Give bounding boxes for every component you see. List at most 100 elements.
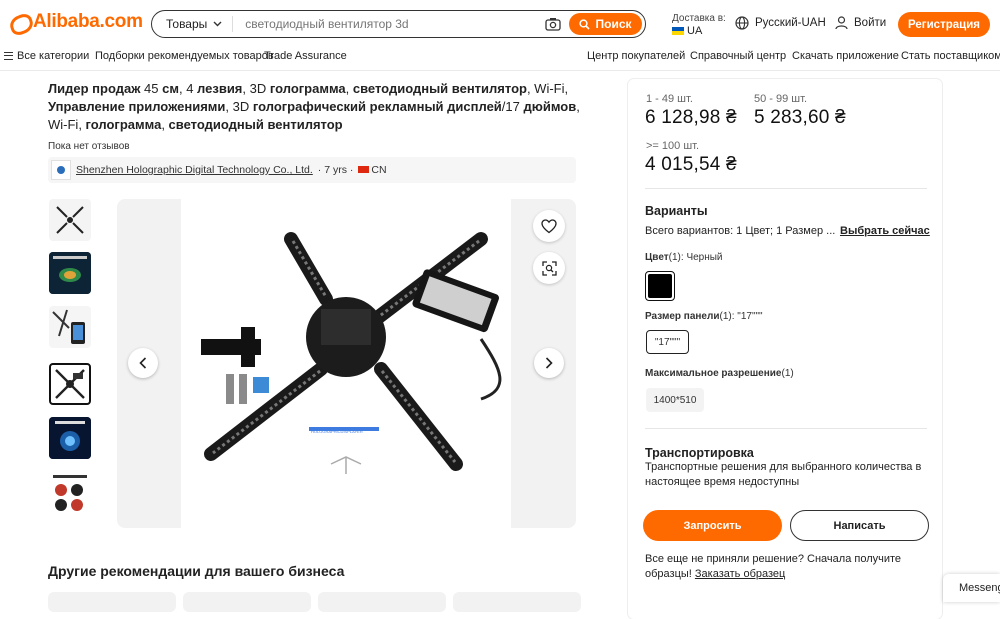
price-tier-1-value: 6 128,98 ₴ [645,107,737,128]
order-sample-link[interactable]: Заказать образец [695,568,785,580]
title-segment: , 4 [178,81,198,96]
title-segment: /17 [501,99,524,114]
recommendation-card[interactable] [453,592,581,612]
resolution-label-row: Максимальное разрешение(1) [645,368,794,379]
thumbnail-fan-image [56,206,84,234]
image-search-button[interactable] [533,252,565,284]
thumbnail-3[interactable] [49,306,91,348]
language-currency-selector[interactable]: Русский-UAH [735,16,826,30]
search-bar: Товары Поиск [151,10,646,38]
recommendations-title: Другие рекомендации для вашего бизнеса [48,563,345,579]
price-tier-2-range: 50 - 99 шт. [754,93,808,105]
color-swatch-fill [648,274,672,298]
title-segment: , Wi-Fi, [526,81,569,96]
title-segment: Лидер продаж [48,81,141,96]
panel-size-value: "17""" [737,311,763,322]
title-segment: светодиодный вентилятор [168,117,343,132]
recommendation-card[interactable] [183,592,311,612]
nav-help-center[interactable]: Справочный центр [690,50,786,62]
deliver-to[interactable]: Доставка в: UA [672,13,726,38]
nav-buyer-center[interactable]: Центр покупателей [587,50,685,62]
resolution-option[interactable]: 1400*510 [646,388,704,412]
messenger-widget[interactable]: Messenger [943,574,1000,602]
camera-search-icon[interactable] [545,17,561,31]
select-now-link[interactable]: Выбрать сейчас [840,225,930,237]
nav-get-app[interactable]: Скачать приложение [792,50,899,62]
search-category-select[interactable]: Товары [152,16,234,32]
message-supplier-button[interactable]: Написать [790,510,929,541]
title-segment: голограмма [85,117,162,132]
nav-become-supplier[interactable]: Стать поставщиком [901,50,1000,62]
gallery-next-button[interactable] [534,348,564,378]
panel-size-label: Размер панели [645,311,720,322]
thumbnail-app-image [52,309,85,344]
color-label-row: Цвет(1): Черный [645,252,723,263]
thumbnail-fan-kit-image [55,369,85,399]
color-swatch-black[interactable] [645,271,675,301]
search-input[interactable] [233,17,545,31]
china-flag-icon [358,166,370,173]
heart-icon [541,218,557,233]
color-label: Цвет [645,252,669,263]
gallery-prev-button[interactable] [128,348,158,378]
chevron-left-icon [139,357,147,369]
thumbnail-1[interactable] [49,199,91,241]
panel-size-label-row: Размер панели(1): "17""" [645,311,763,322]
thumbnail-2[interactable] [49,252,91,294]
alibaba-logo[interactable]: Alibaba.com [8,11,143,33]
search-button[interactable]: Поиск [569,13,642,35]
sample-prompt: Все еще не приняли решение? Сначала полу… [645,552,915,582]
logo-text: Alibaba.com [33,11,143,32]
thumbnail-hologram-image [49,417,91,459]
thumbnail-6[interactable] [49,472,91,514]
supplier-country: CN [358,164,387,176]
led-fan-photo: HOLOGRAPHICDISPLAYER [201,232,502,474]
register-button[interactable]: Регистрация [898,12,990,37]
shipping-title: Транспортировка [645,446,754,460]
supplier-name-link[interactable]: Shenzhen Holographic Digital Technology … [76,164,313,176]
price-tier-2-value: 5 283,60 ₴ [754,107,846,128]
title-segment: , 3D [225,99,253,114]
variants-title: Варианты [645,204,708,218]
resolution-label: Максимальное разрешение [645,368,782,379]
recommendation-card[interactable] [318,592,446,612]
supplier-bar: Shenzhen Holographic Digital Technology … [48,157,576,183]
title-segment: дюймов [523,99,577,114]
nav-featured-selections[interactable]: Подборки рекомендуемых товаров [95,50,274,62]
alibaba-logo-icon [8,11,30,33]
globe-icon [735,16,749,30]
nav-all-categories-label: Все категории [17,50,90,62]
title-segment: , [161,117,169,132]
top-header: Alibaba.com Товары Поиск Доставка в: UA … [0,0,1000,48]
product-gallery: HOLOGRAPHICDISPLAYER [117,199,576,528]
title-segment: светодиодный вентилятор [352,81,527,96]
panel-divider [645,428,927,429]
search-button-label: Поиск [595,17,632,31]
favorite-button[interactable] [533,210,565,242]
thumbnail-product-details-image [53,475,87,511]
price-tier-1-range: 1 - 49 шт. [646,93,693,105]
product-title: Лидер продаж 45 см, 4 лезвия, 3D гологра… [48,80,588,134]
thumbnail-5[interactable] [49,417,91,459]
panel-size-count: (1): [719,311,735,322]
thumbnail-4[interactable] [49,363,91,405]
title-segment: см [162,81,179,96]
price-tier-3-value: 4 015,54 ₴ [645,154,737,175]
login-link[interactable]: Войти [835,16,886,30]
panel-size-option[interactable]: "17""" [646,330,689,354]
title-segment: лезвия [197,81,243,96]
deliver-country: UA [687,25,703,37]
login-label: Войти [854,17,887,29]
panel-divider [645,188,927,189]
user-icon [835,16,848,30]
language-label: Русский-UAH [755,17,826,29]
title-segment: голограмма [269,81,346,96]
nav-all-categories[interactable]: Все категории [4,50,89,62]
product-main-image[interactable]: HOLOGRAPHICDISPLAYER [181,199,511,528]
recommendation-card[interactable] [48,592,176,612]
search-category-label: Товары [166,17,208,31]
title-segment: , 3D [242,81,270,96]
request-quote-button[interactable]: Запросить [643,510,782,541]
title-segment: 45 [140,81,163,96]
nav-trade-assurance[interactable]: Trade Assurance [264,50,347,62]
